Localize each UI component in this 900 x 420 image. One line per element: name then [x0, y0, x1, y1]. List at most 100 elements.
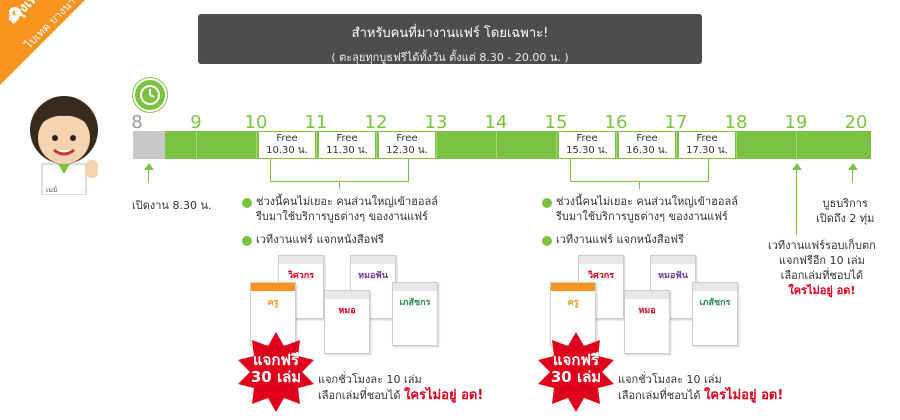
hour-label: 16: [604, 112, 628, 133]
note-text: ช่วงนี้คนไม่เยอะ คนส่วนใหญ่เข้าฮอลล์ รีบ…: [556, 194, 738, 224]
evening-line: เวทีงานแฟร์รอบเก็บตก: [768, 239, 876, 252]
burst-line: แจกฟรี: [552, 351, 600, 369]
evening-note: เวทีงานแฟร์รอบเก็บตก แจกฟรีอีก 10 เล่ม เ…: [768, 238, 876, 298]
giveaway-prefix: เลือกเล่มที่ชอบได้: [618, 389, 701, 402]
timeline-tick: [796, 131, 797, 159]
starburst-text: แจกฟรี 30 เล่ม: [536, 352, 616, 386]
timeline-tick: [616, 131, 617, 159]
bracket-line: [639, 181, 640, 189]
hour-label: 11: [304, 112, 328, 133]
evening-line: เลือกเล่มที่ชอบได้: [780, 269, 864, 282]
arrow-up-icon: [848, 163, 858, 170]
free-slot-time: 16.30 น.: [626, 145, 668, 156]
timeline-tick: [436, 131, 437, 159]
bracket-line: [708, 159, 709, 181]
hour-label: 20: [844, 112, 868, 133]
book-cover: หมอ: [324, 290, 370, 354]
header-banner: สำหรับคนที่มางานแฟร์ โดยเฉพาะ! ( ตะลุยทุ…: [198, 14, 702, 64]
evening-line: ใครไม่อยู่ อด!: [788, 284, 856, 297]
giveaway-line: แจกชั่วโมงละ 10 เล่ม: [318, 373, 422, 386]
note-line: รีบมาใช้บริการบูธต่างๆ ของงานแฟร์: [256, 210, 428, 223]
timeline-before-open: [133, 131, 165, 159]
hour-label: 19: [784, 112, 808, 133]
giveaway-warning: ใครไม่อยู่ อด!: [404, 388, 484, 403]
bracket-line: [339, 181, 340, 189]
free-slot: Free 10.30 น.: [258, 131, 316, 159]
note-line: ช่วงนี้คนไม่เยอะ คนส่วนใหญ่เข้าฮอลล์: [256, 195, 438, 208]
arrow-line: [148, 169, 149, 183]
free-slot-label: Free: [336, 133, 358, 144]
free-slot: Free 17.30 น.: [678, 131, 736, 159]
free-slot-time: 17.30 น.: [686, 145, 728, 156]
giveaway-prefix: เลือกเล่มที่ชอบได้: [318, 389, 401, 402]
mascot-illustration: [30, 96, 98, 195]
hour-label: 15: [544, 112, 568, 133]
timeline-tick: [496, 131, 497, 159]
free-slot: Free 11.30 น.: [318, 131, 376, 159]
free-slot-label: Free: [636, 133, 658, 144]
close-time-label: บูธบริการ เปิดถึง 2 ทุ่ม: [816, 196, 874, 226]
hour-label: 13: [424, 112, 448, 133]
timeline-tick: [556, 131, 557, 159]
free-slot: Free 12.30 น.: [378, 131, 436, 159]
arrow-line: [852, 169, 853, 183]
timeline-tick: [736, 131, 737, 159]
giveaway-text: แจกชั่วโมงละ 10 เล่ม เลือกเล่มที่ชอบได้ …: [618, 372, 783, 404]
free-slot-label: Free: [696, 133, 718, 144]
hour-label: 17: [664, 112, 688, 133]
note-text: เวทีงานแฟร์ แจกหนังสือฟรี: [556, 233, 684, 246]
free-slot: Free 16.30 น.: [618, 131, 676, 159]
banner-title: สำหรับคนที่มางานแฟร์ โดยเฉพาะ!: [351, 26, 549, 41]
close-line: เปิดถึง 2 ทุ่ม: [816, 212, 875, 225]
timeline-tick: [316, 131, 317, 159]
arrow-up-icon: [144, 163, 154, 170]
hour-label: 14: [484, 112, 508, 133]
bullet-icon: [242, 198, 252, 208]
timeline-tick: [676, 131, 677, 159]
bracket-line: [408, 159, 409, 181]
burst-line: 30 เล่ม: [550, 368, 602, 386]
giveaway-text: แจกชั่วโมงละ 10 เล่ม เลือกเล่มที่ชอบได้ …: [318, 372, 483, 404]
clock-badge: [133, 78, 167, 112]
book-cover: หมอ: [624, 290, 670, 354]
free-slot-label: Free: [396, 133, 418, 144]
giveaway-warning: ใครไม่อยู่ อด!: [704, 388, 784, 403]
burst-line: แจกฟรี: [252, 351, 300, 369]
arrow-up-icon: [792, 163, 802, 170]
free-slot-label: Free: [576, 133, 598, 144]
hour-label: 9: [190, 112, 202, 133]
mascot-badge: เมย์: [46, 186, 58, 194]
arrow-line: [796, 169, 797, 235]
banner-subtitle: ( ตะลุยทุกบูธฟรีได้ทั้งวัน ตั้งแต่ 8.30 …: [331, 51, 569, 64]
evening-line: แจกฟรีอีก 10 เล่ม: [778, 254, 865, 267]
hour-label: 12: [364, 112, 388, 133]
hour-label: 8: [131, 112, 143, 133]
bracket-line: [270, 159, 271, 181]
hour-label: 10: [244, 112, 268, 133]
note-line: ช่วงนี้คนไม่เยอะ คนส่วนใหญ่เข้าฮอลล์: [556, 195, 738, 208]
burst-line: 30 เล่ม: [250, 368, 302, 386]
free-slot-time: 10.30 น.: [266, 145, 308, 156]
free-slot-time: 11.30 น.: [326, 145, 368, 156]
hour-label: 18: [724, 112, 748, 133]
note-text: ช่วงนี้คนไม่เยอะ คนส่วนใหญ่เข้าฮอลล์ รีบ…: [256, 194, 438, 224]
free-slot-time: 12.30 น.: [386, 145, 428, 156]
timeline-tick: [196, 131, 197, 159]
free-slot: Free 15.30 น.: [558, 131, 616, 159]
giveaway-line: แจกชั่วโมงละ 10 เล่ม: [618, 373, 722, 386]
bullet-icon: [542, 236, 552, 246]
book-cover: เภสัชกร: [392, 282, 438, 346]
bullet-icon: [242, 236, 252, 246]
open-time-label: เปิดงาน 8.30 น.: [132, 199, 212, 212]
book-cover: เภสัชกร: [692, 282, 738, 346]
free-slot-time: 15.30 น.: [566, 145, 608, 156]
timeline-tick: [376, 131, 377, 159]
starburst-text: แจกฟรี 30 เล่ม: [236, 352, 316, 386]
note-line: รีบมาใช้บริการบูธต่างๆ ของงานแฟร์: [556, 210, 728, 223]
timeline-tick: [256, 131, 257, 159]
note-text: เวทีงานแฟร์ แจกหนังสือฟรี: [256, 233, 384, 246]
bracket-line: [570, 159, 571, 181]
bullet-icon: [542, 198, 552, 208]
free-slot-label: Free: [276, 133, 298, 144]
clock-icon: [140, 85, 160, 105]
